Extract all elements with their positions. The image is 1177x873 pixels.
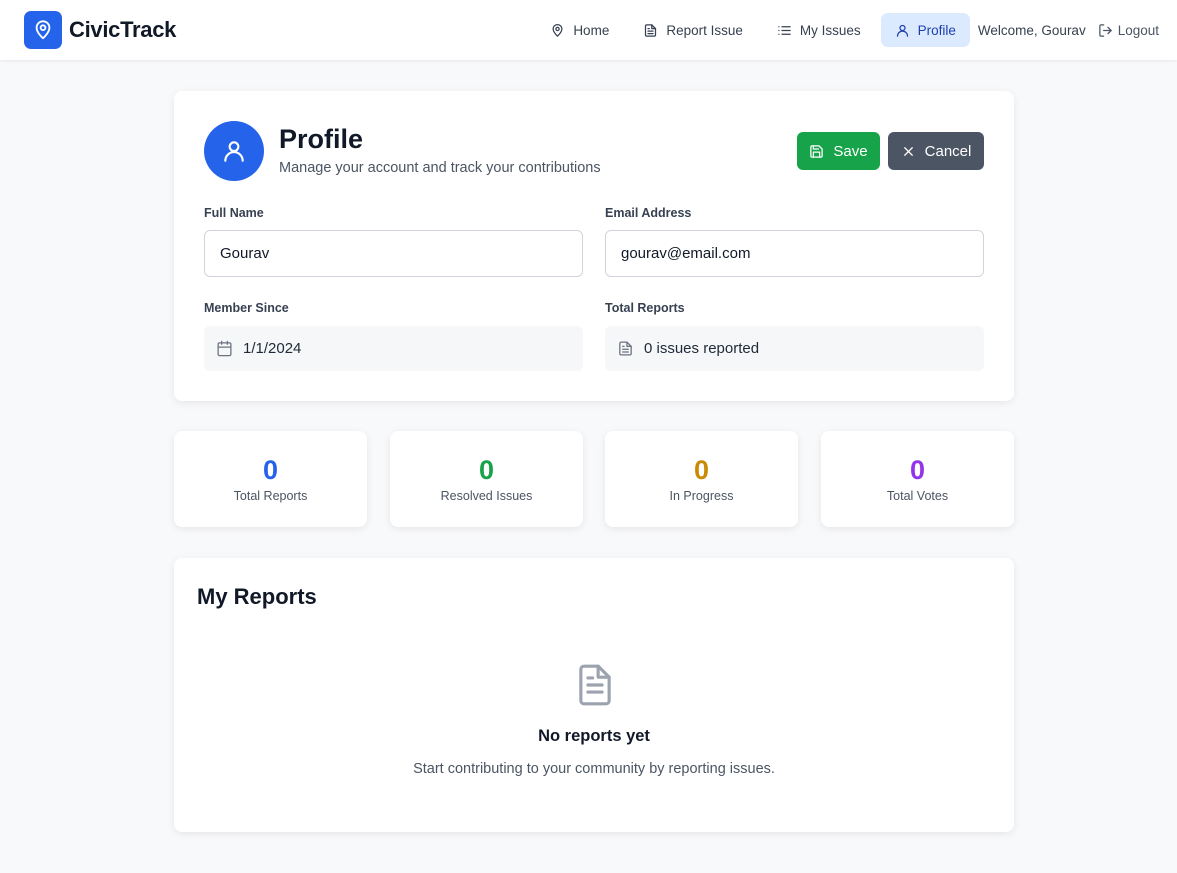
my-reports-card: My Reports No reports yet Start contribu… [174, 558, 1014, 832]
page-subtitle: Manage your account and track your contr… [279, 160, 601, 176]
total-reports-label: Total Reports [605, 301, 685, 315]
empty-state-title: No reports yet [538, 727, 650, 745]
stat-value: 0 [693, 455, 710, 485]
full-name-input[interactable] [204, 230, 583, 277]
member-since-value: 1/1/2024 [243, 340, 302, 357]
logout-icon [1098, 23, 1112, 37]
email-label: Email Address [605, 206, 692, 220]
email-input[interactable] [605, 230, 984, 277]
main-nav: Home Report Issue My Issues Profile Welc… [530, 13, 1159, 47]
file-text-icon [579, 664, 611, 706]
empty-state-subtitle: Start contributing to your community by … [413, 761, 775, 777]
page-title: Profile [279, 124, 364, 154]
list-icon [778, 25, 791, 35]
stat-card-total-reports: 0 Total Reports [174, 431, 367, 527]
nav-item-profile[interactable]: Profile [880, 13, 970, 47]
logout-button[interactable]: Logout [1098, 23, 1159, 38]
map-pin-icon [24, 11, 62, 49]
nav-item-report-issue[interactable]: Report Issue [629, 13, 757, 47]
nav-item-label: Profile [917, 22, 956, 38]
map-pin-icon [552, 23, 563, 37]
member-since-field: 1/1/2024 [204, 326, 583, 371]
total-reports-value: 0 issues reported [644, 340, 760, 357]
nav-item-label: Report Issue [666, 22, 743, 38]
nav-item-home[interactable]: Home [536, 13, 623, 47]
nav-item-my-issues[interactable]: My Issues [763, 13, 875, 47]
file-text-icon [645, 23, 657, 37]
nav-item-label: Home [573, 22, 610, 38]
stat-card-total-votes: 0 Total Votes [821, 431, 1014, 527]
member-since-label: Member Since [204, 301, 289, 315]
close-icon [903, 146, 913, 156]
cancel-button[interactable]: Cancel [888, 132, 984, 170]
full-name-label: Full Name [204, 206, 264, 220]
user-icon [896, 24, 908, 37]
stat-value: 0 [478, 455, 495, 485]
total-reports-field: 0 issues reported [605, 326, 984, 371]
stat-card-in-progress: 0 In Progress [605, 431, 798, 527]
welcome-text: Welcome, Gourav [977, 22, 1086, 38]
brand-name: CivicTrack [69, 17, 177, 42]
save-button[interactable]: Save [797, 132, 880, 170]
stat-label: Total Reports [233, 489, 308, 503]
file-text-icon [619, 341, 632, 356]
calendar-icon [217, 340, 232, 357]
section-title: My Reports [197, 584, 317, 609]
stat-label: Total Votes [886, 489, 949, 503]
nav-item-label: My Issues [799, 22, 861, 38]
cancel-label: Cancel [924, 142, 972, 160]
stat-label: In Progress [669, 489, 734, 503]
avatar [204, 121, 264, 181]
save-label: Save [833, 142, 868, 160]
stat-card-resolved-issues: 0 Resolved Issues [390, 431, 583, 527]
brand[interactable]: CivicTrack [24, 11, 176, 49]
stat-label: Resolved Issues [440, 489, 533, 503]
user-icon [224, 141, 244, 162]
stat-value: 0 [262, 455, 279, 485]
logout-label: Logout [1117, 22, 1159, 38]
profile-card: Profile Manage your account and track yo… [174, 91, 1014, 401]
stat-value: 0 [909, 455, 926, 485]
top-navbar: CivicTrack Home Report Issue My Issues P… [0, 0, 1177, 60]
save-icon [810, 144, 824, 158]
